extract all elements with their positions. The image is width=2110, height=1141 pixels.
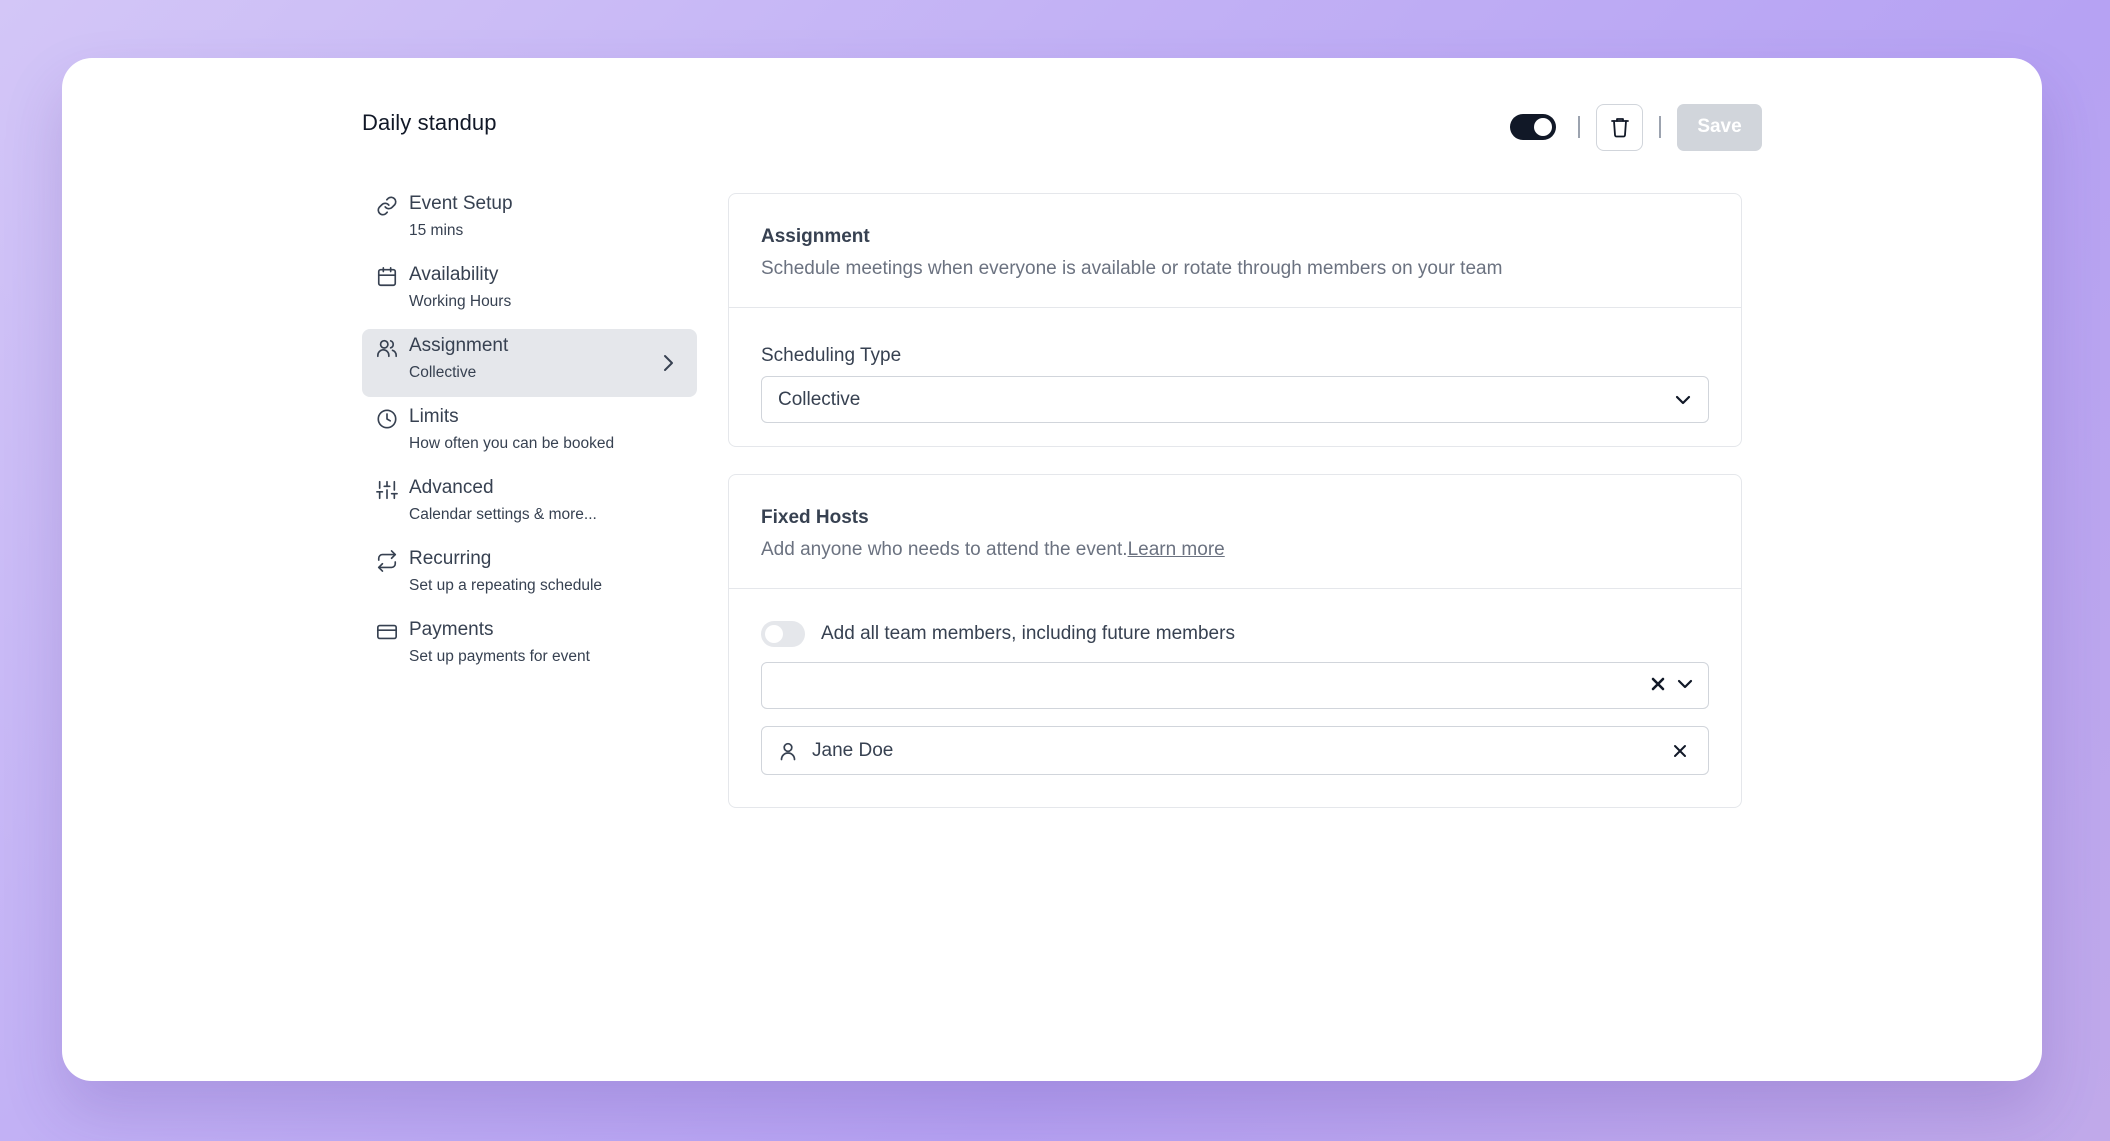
users-icon: [377, 339, 397, 358]
sidebar-item-sub: Collective: [409, 364, 477, 381]
credit-card-icon: [377, 624, 397, 640]
fixed-hosts-description: Add anyone who needs to attend the event…: [761, 539, 1709, 561]
sidebar-item-sub: 15 mins: [409, 222, 464, 239]
clear-icon[interactable]: [1650, 676, 1666, 692]
divider: [1578, 116, 1580, 138]
fixed-hosts-card: Fixed Hosts Add anyone who needs to atte…: [728, 474, 1742, 808]
host-name: Jane Doe: [812, 739, 894, 761]
event-enabled-toggle[interactable]: [1510, 114, 1556, 140]
sidebar-item-advanced[interactable]: Advanced Calendar settings & more...: [362, 471, 697, 539]
delete-button[interactable]: [1596, 103, 1643, 151]
scheduling-type-select[interactable]: Collective: [761, 376, 1709, 423]
host-list-item: Jane Doe: [761, 726, 1709, 775]
remove-host-icon[interactable]: [1672, 743, 1688, 759]
divider: [1659, 116, 1661, 138]
hosts-select[interactable]: [761, 662, 1709, 709]
assignment-description: Schedule meetings when everyone is avail…: [761, 258, 1503, 279]
sidebar-item-sub: Set up payments for event: [409, 648, 590, 665]
fixed-hosts-title: Fixed Hosts: [761, 507, 869, 528]
add-all-members-row: Add all team members, including future m…: [761, 621, 1235, 647]
sidebar-item-event-setup[interactable]: Event Setup 15 mins: [362, 187, 697, 255]
hosts-select-controls: [1650, 676, 1694, 692]
clock-icon: [377, 409, 397, 429]
sidebar-item-label: Payments: [409, 619, 494, 640]
save-button[interactable]: Save: [1677, 103, 1762, 151]
sidebar-item-payments[interactable]: Payments Set up payments for event: [362, 613, 697, 681]
repeat-icon: [377, 550, 397, 572]
sidebar-item-label: Advanced: [409, 477, 494, 498]
assignment-title: Assignment: [761, 226, 870, 247]
link-icon: [377, 196, 397, 216]
sidebar-item-sub: How often you can be booked: [409, 435, 615, 452]
chevron-right-icon: [664, 355, 673, 371]
sidebar-item-availability[interactable]: Availability Working Hours: [362, 258, 697, 326]
sidebar-item-label: Limits: [409, 406, 459, 427]
page-title: Daily standup: [362, 110, 497, 135]
sidebar-item-label: Assignment: [409, 335, 509, 356]
sidebar-item-limits[interactable]: Limits How often you can be booked: [362, 400, 697, 468]
fixed-hosts-card-header: Fixed Hosts Add anyone who needs to atte…: [729, 475, 1741, 589]
sliders-icon: [376, 480, 398, 500]
sidebar-item-label: Event Setup: [409, 193, 513, 214]
sidebar-item-label: Recurring: [409, 548, 492, 569]
sidebar-item-sub: Working Hours: [409, 293, 512, 310]
chevron-down-icon[interactable]: [1676, 678, 1694, 690]
scheduling-type-label: Scheduling Type: [761, 345, 902, 366]
sidebar-item-label: Availability: [409, 264, 499, 285]
sidebar-item-assignment[interactable]: Assignment Collective: [362, 329, 697, 397]
assignment-card: Assignment Schedule meetings when everyo…: [728, 193, 1742, 447]
trash-icon: [1610, 118, 1629, 138]
sidebar-item-recurring[interactable]: Recurring Set up a repeating schedule: [362, 542, 697, 610]
scheduling-type-value: Collective: [778, 388, 861, 410]
top-actions: Save: [1482, 103, 1762, 151]
calendar-icon: [377, 267, 397, 287]
fixed-hosts-description-text: Add anyone who needs to attend the event…: [761, 539, 1128, 560]
sidebar-item-sub: Set up a repeating schedule: [409, 577, 603, 594]
learn-more-link[interactable]: Learn more: [1128, 539, 1225, 560]
user-icon: [780, 742, 796, 760]
sidebar-nav: Event Setup 15 mins Availability Working…: [362, 187, 697, 684]
app-window: Daily standup Save Event Setup 15 mins A…: [62, 58, 2042, 1081]
add-all-members-toggle[interactable]: [761, 621, 805, 647]
chevron-down-icon: [1675, 395, 1691, 404]
sidebar-item-sub: Calendar settings & more...: [409, 506, 597, 523]
assignment-card-header: Assignment Schedule meetings when everyo…: [729, 194, 1741, 308]
add-all-members-label: Add all team members, including future m…: [821, 623, 1235, 644]
